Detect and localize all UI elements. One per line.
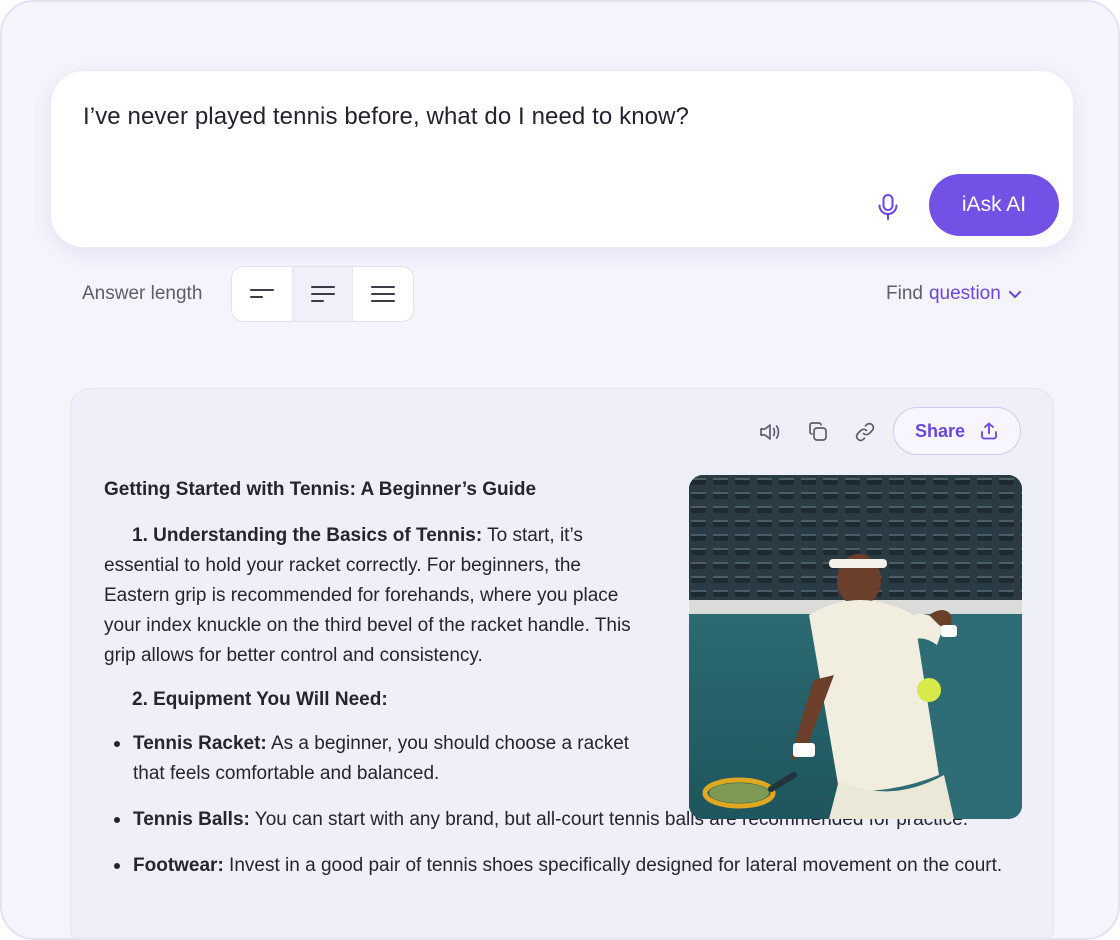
find-question-dropdown[interactable]: Find question bbox=[886, 283, 1023, 305]
microphone-icon[interactable] bbox=[873, 189, 903, 225]
list-item: Footwear: Invest in a good pair of tenni… bbox=[104, 851, 1024, 881]
chevron-down-icon bbox=[1008, 291, 1021, 298]
bullet-term: Tennis Balls: bbox=[133, 809, 250, 830]
list-item: Tennis Racket: As a beginner, you should… bbox=[104, 729, 644, 789]
bullet-term: Tennis Racket: bbox=[133, 733, 267, 754]
length-short-option[interactable] bbox=[232, 267, 293, 321]
bullet-term: Footwear: bbox=[133, 855, 224, 876]
bullet-text: Invest in a good pair of tennis shoes sp… bbox=[223, 855, 1003, 876]
speaker-icon[interactable] bbox=[757, 419, 783, 445]
share-button[interactable]: Share bbox=[893, 407, 1021, 455]
section-1-text: To start, it’s essential to hold your ra… bbox=[104, 525, 631, 666]
medium-lines-icon bbox=[310, 286, 335, 302]
iask-ai-button[interactable]: iAsk AI bbox=[929, 174, 1059, 236]
find-question-prefix: Find bbox=[886, 283, 923, 304]
answer-title: Getting Started with Tennis: A Beginner’… bbox=[104, 479, 537, 500]
share-label: Share bbox=[914, 420, 966, 441]
long-lines-icon bbox=[371, 286, 396, 302]
answer-content: Getting Started with Tennis: A Beginner’… bbox=[104, 477, 1002, 897]
length-long-option[interactable] bbox=[353, 267, 413, 321]
answer-section-2-heading: 2. Equipment You Will Need: bbox=[132, 689, 388, 710]
equipment-list: Tennis Racket: As a beginner, you should… bbox=[104, 729, 1002, 881]
answer-section-1: 1. Understanding the Basics of Tennis: T… bbox=[104, 521, 644, 671]
answer-length-label: Answer length bbox=[82, 283, 203, 304]
answer-length-selector bbox=[231, 266, 414, 322]
tennis-player-image bbox=[689, 475, 1022, 819]
find-question-accent: question bbox=[928, 283, 1001, 304]
short-lines-icon bbox=[249, 289, 274, 298]
app-frame: I’ve never played tennis before, what do… bbox=[0, 0, 1120, 940]
link-icon[interactable] bbox=[852, 419, 878, 445]
copy-icon[interactable] bbox=[805, 419, 831, 445]
length-medium-option[interactable] bbox=[292, 267, 354, 321]
answer-card: Share Getting Started with Tennis: A Beg… bbox=[70, 388, 1054, 938]
share-upload-icon bbox=[981, 422, 997, 440]
section-1-heading: 1. Understanding the Basics of Tennis: bbox=[132, 525, 483, 546]
search-box[interactable]: I’ve never played tennis before, what do… bbox=[50, 70, 1074, 248]
search-query-text[interactable]: I’ve never played tennis before, what do… bbox=[83, 103, 689, 131]
